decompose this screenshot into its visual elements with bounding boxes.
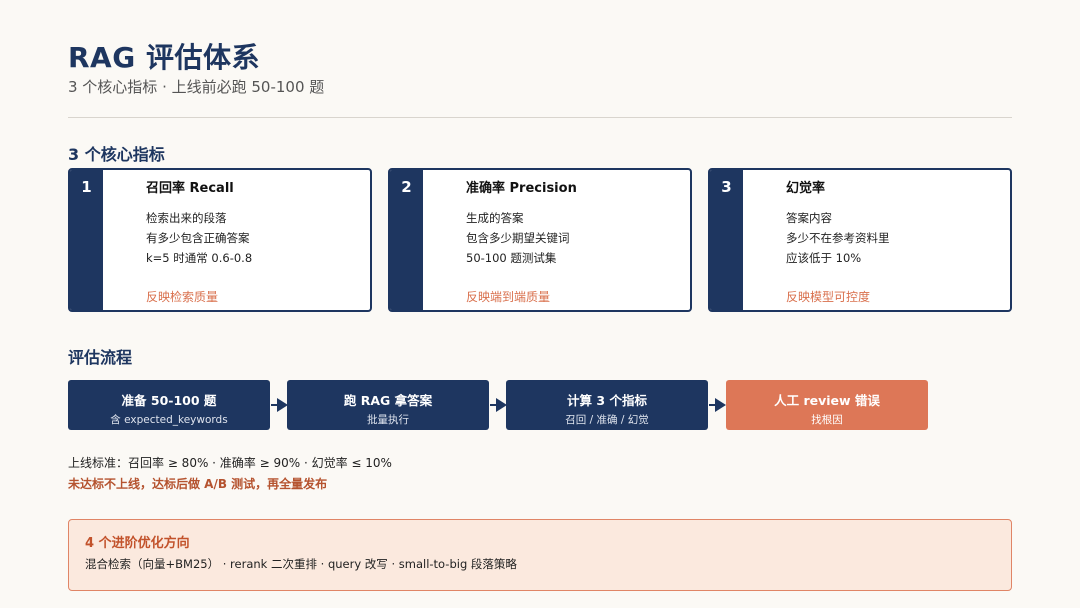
card-line: 答案内容 [786, 211, 832, 225]
card-line: 生成的答案 [466, 211, 524, 225]
card-title: 召回率 Recall [146, 181, 234, 196]
card-line: 50-100 题测试集 [466, 251, 557, 265]
flow-step-title: 跑 RAG 拿答案 [343, 393, 433, 408]
launch-warning: 未达标不上线，达标后做 A/B 测试，再全量发布 [68, 477, 328, 491]
card-title: 准确率 Precision [466, 181, 577, 196]
divider [68, 117, 1012, 118]
flow-step-title: 准备 50-100 题 [121, 393, 217, 408]
flow-step-prepare: 准备 50-100 题 含 expected_keywords [68, 380, 270, 430]
launch-standard: 上线标准：召回率 ≥ 80% · 准确率 ≥ 90% · 幻觉率 ≤ 10% [68, 456, 392, 470]
flow-step-subtitle: 含 expected_keywords [110, 414, 228, 426]
card-note: 反映检索质量 [146, 290, 219, 304]
card-line: k=5 时通常 0.6-0.8 [146, 251, 253, 265]
page-subtitle: 3 个核心指标 · 上线前必跑 50-100 题 [68, 78, 325, 96]
advanced-callout: 4 个进阶优化方向 混合检索（向量+BM25） · rerank 二次重排 · … [68, 519, 1012, 591]
card-note: 反映模型可控度 [786, 290, 871, 304]
card-line: 检索出来的段落 [146, 211, 227, 225]
metric-card-recall: 1 召回率 Recall 检索出来的段落 有多少包含正确答案 k=5 时通常 0… [68, 168, 372, 312]
metric-card-precision: 2 准确率 Precision 生成的答案 包含多少期望关键词 50-100 题… [388, 168, 692, 312]
card-line: 包含多少期望关键词 [466, 231, 570, 245]
flow-step-subtitle: 批量执行 [367, 414, 409, 426]
flow-step-run: 跑 RAG 拿答案 批量执行 [287, 380, 489, 430]
flow-step-review: 人工 review 错误 找根因 [726, 380, 928, 430]
card-title: 幻觉率 [786, 181, 826, 196]
callout-body: 混合检索（向量+BM25） · rerank 二次重排 · query 改写 ·… [85, 557, 517, 571]
card-number: 3 [721, 178, 732, 196]
card-line: 应该低于 10% [786, 251, 862, 265]
flow-section-title: 评估流程 [68, 348, 133, 367]
card-number: 1 [81, 178, 92, 196]
metrics-section-title: 3 个核心指标 [68, 145, 165, 164]
flow-step-title: 计算 3 个指标 [567, 393, 647, 408]
metric-card-hallucination: 3 幻觉率 答案内容 多少不在参考资料里 应该低于 10% 反映模型可控度 [708, 168, 1012, 312]
card-line: 多少不在参考资料里 [786, 231, 890, 245]
flow-step-compute: 计算 3 个指标 召回 / 准确 / 幻觉 [506, 380, 708, 430]
flow-step-subtitle: 找根因 [811, 414, 843, 426]
card-line: 有多少包含正确答案 [146, 231, 250, 245]
flow-step-subtitle: 召回 / 准确 / 幻觉 [565, 414, 649, 426]
card-note: 反映端到端质量 [466, 290, 551, 304]
flow-step-title: 人工 review 错误 [774, 393, 880, 408]
page-title: RAG 评估体系 [68, 41, 260, 74]
card-number: 2 [401, 178, 412, 196]
callout-title: 4 个进阶优化方向 [85, 536, 190, 551]
arrow-right-icon [709, 398, 726, 412]
